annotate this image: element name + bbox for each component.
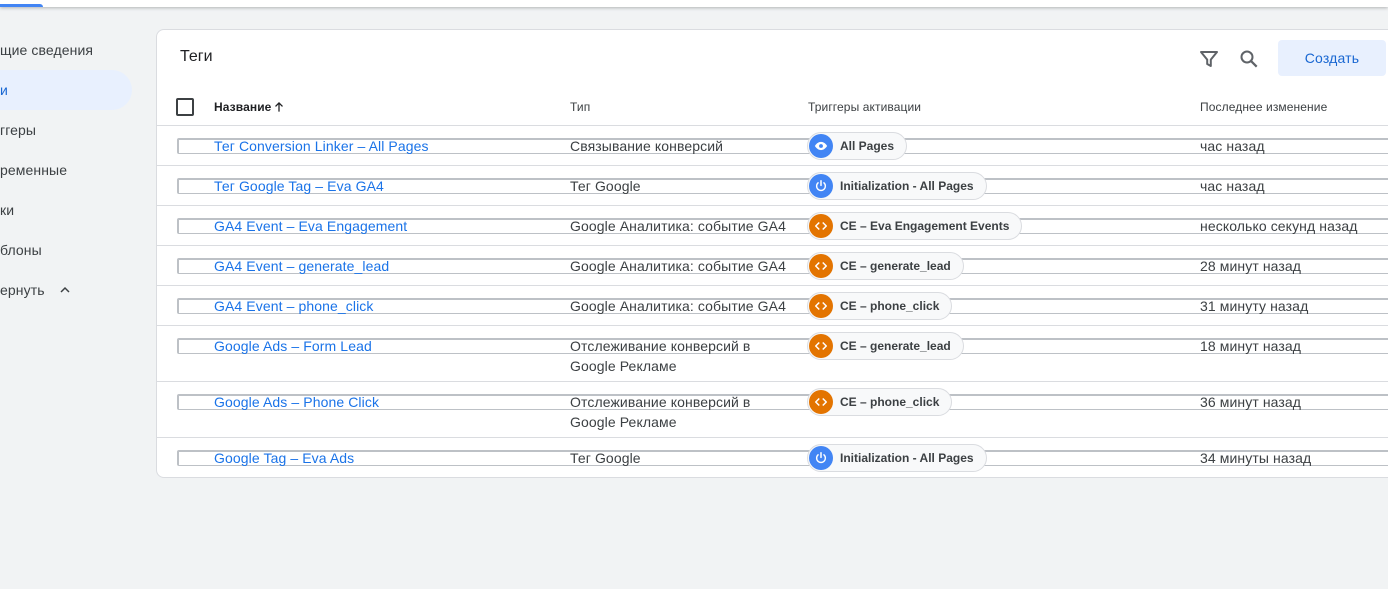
tag-name-link[interactable]: Тег Google Tag – Eva GA4 [214, 176, 384, 196]
trigger-chip-label: Initialization - All Pages [840, 179, 974, 193]
sidebar-collapse-toggle[interactable]: ернуть [0, 270, 140, 310]
sidebar-item-label: ггеры [0, 122, 37, 138]
last-modified: 34 минуты назад [1200, 450, 1312, 466]
table-row[interactable]: GA4 Event – phone_click Google Аналитика:… [157, 286, 1388, 326]
code-icon [809, 254, 833, 278]
last-modified: 28 минут назад [1200, 258, 1302, 274]
trigger-chip-label: CE – phone_click [840, 299, 940, 313]
tag-type: Google Аналитика: событие GA4 [570, 218, 786, 234]
last-modified: несколько секунд назад [1200, 218, 1358, 234]
trigger-chip[interactable]: CE – Eva Engagement Events [807, 212, 1023, 240]
last-modified: час назад [1200, 138, 1265, 154]
sidebar-item-triggers[interactable]: ггеры [0, 110, 140, 150]
arrow-up-icon [275, 102, 284, 112]
last-modified: час назад [1200, 178, 1265, 194]
column-header-name-label: Название [214, 100, 272, 114]
trigger-chip[interactable]: Initialization - All Pages [807, 172, 987, 200]
table-row[interactable]: GA4 Event – Eva Engagement Google Аналити… [157, 206, 1388, 246]
trigger-chip[interactable]: All Pages [807, 132, 908, 160]
sidebar-item-label: блоны [0, 242, 42, 258]
tag-name-link[interactable]: GA4 Event – phone_click [214, 296, 374, 316]
last-modified: 36 минут назад [1200, 394, 1302, 410]
sidebar-item-label: и [0, 82, 8, 98]
code-icon [809, 334, 833, 358]
trigger-chip-label: CE – phone_click [840, 395, 940, 409]
trigger-chip[interactable]: CE – phone_click [807, 388, 953, 416]
create-button[interactable]: Создать [1278, 40, 1386, 76]
sidebar-item-label: щие сведения [0, 42, 94, 58]
last-modified: 31 минуту назад [1200, 298, 1309, 314]
table-header: Название Тип Триггеры активации Последне… [157, 87, 1388, 126]
tag-type: Отслеживание конверсий в Google Рекламе [570, 394, 751, 430]
sidebar-item-label: ки [0, 202, 15, 218]
sidebar-item-label: ернуть [0, 282, 45, 298]
table-row[interactable]: Google Tag – Eva Ads Тег Google Initializa… [157, 438, 1388, 477]
sidebar-nav: щие сведения и ггеры ременные ки блоны е… [0, 30, 140, 310]
tags-card: Теги Создать Название Тип Триггеры актив… [156, 29, 1388, 478]
tag-name-link[interactable]: GA4 Event – generate_lead [214, 256, 389, 276]
code-icon [809, 214, 833, 238]
column-header-type[interactable]: Тип [570, 100, 590, 114]
tag-type: Связывание конверсий [570, 138, 724, 154]
tag-type: Google Аналитика: событие GA4 [570, 258, 786, 274]
table-row[interactable]: Тег Conversion Linker – All Pages Связыва… [157, 126, 1388, 166]
chevron-up-icon [60, 286, 70, 293]
column-header-name[interactable]: Название [214, 100, 286, 114]
tag-type: Тег Google [570, 178, 641, 194]
filter-icon[interactable] [1197, 47, 1221, 71]
trigger-chip[interactable]: CE – phone_click [807, 292, 953, 320]
power-icon [809, 174, 833, 198]
trigger-chip-label: CE – Eva Engagement Events [840, 219, 1010, 233]
top-app-bar [0, 0, 1388, 7]
trigger-chip[interactable]: CE – generate_lead [807, 332, 964, 360]
tag-name-link[interactable]: Google Tag – Eva Ads [214, 448, 354, 468]
sidebar-item-tags[interactable]: и [0, 70, 132, 110]
table-row[interactable]: GA4 Event – generate_lead Google Аналитик… [157, 246, 1388, 286]
tag-type: Google Аналитика: событие GA4 [570, 298, 786, 314]
search-icon[interactable] [1237, 47, 1261, 71]
sidebar-item-folders[interactable]: ки [0, 190, 140, 230]
tag-type: Тег Google [570, 450, 641, 466]
tag-type: Отслеживание конверсий в Google Рекламе [570, 338, 751, 374]
tag-name-link[interactable]: Google Ads – Phone Click [214, 392, 379, 412]
last-modified: 18 минут назад [1200, 338, 1302, 354]
tag-name-link[interactable]: Тег Conversion Linker – All Pages [214, 136, 429, 156]
table-row[interactable]: Google Ads – Form Lead Отслеживание конве… [157, 326, 1388, 382]
trigger-chip-label: Initialization - All Pages [840, 451, 974, 465]
power-icon [809, 446, 833, 470]
card-title: Теги [180, 48, 213, 65]
code-icon [809, 390, 833, 414]
code-icon [809, 294, 833, 318]
sidebar-item-label: ременные [0, 162, 68, 178]
sidebar-item-variables[interactable]: ременные [0, 150, 140, 190]
trigger-chip-label: All Pages [840, 139, 895, 153]
tag-name-link[interactable]: Google Ads – Form Lead [214, 336, 372, 356]
column-header-triggers[interactable]: Триггеры активации [808, 100, 921, 114]
eye-icon [809, 134, 833, 158]
trigger-chip[interactable]: Initialization - All Pages [807, 444, 987, 472]
sidebar-item-overview[interactable]: щие сведения [0, 30, 140, 70]
table-row[interactable]: Google Ads – Phone Click Отслеживание кон… [157, 382, 1388, 438]
table-row[interactable]: Тег Google Tag – Eva GA4 Тег Google Initia… [157, 166, 1388, 206]
column-header-modified[interactable]: Последнее изменение [1200, 100, 1327, 114]
trigger-chip-label: CE – generate_lead [840, 339, 951, 353]
trigger-chip-label: CE – generate_lead [840, 259, 951, 273]
active-tab-indicator [0, 4, 43, 7]
tag-name-link[interactable]: GA4 Event – Eva Engagement [214, 216, 407, 236]
sidebar-item-templates[interactable]: блоны [0, 230, 140, 270]
trigger-chip[interactable]: CE – generate_lead [807, 252, 964, 280]
select-all-checkbox[interactable] [176, 98, 194, 116]
